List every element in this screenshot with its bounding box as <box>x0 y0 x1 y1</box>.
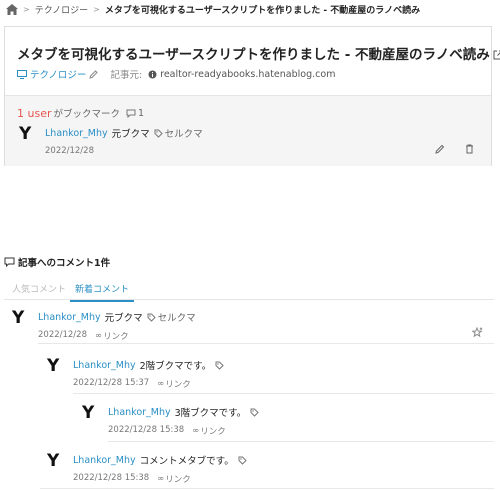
chevron-right-icon: > <box>93 4 100 14</box>
bookmark-date[interactable]: 2022/12/28 <box>45 146 94 156</box>
source-host-text[interactable]: realtor-readyabooks.hatenablog.com <box>160 69 335 80</box>
tag-icon <box>154 129 163 138</box>
avatar[interactable]: Y <box>12 310 38 342</box>
bookmark-tag[interactable]: セルクマ <box>154 126 203 140</box>
entry-meta: テクノロジー 記事元: realtor-readyabooks.hatenabl… <box>17 67 335 81</box>
comment-item: Y Lhankor_Mhy 元ブクマ セルクマ 2022/12/28 ∞ リンク <box>12 310 196 343</box>
comment-link-label[interactable]: リンク <box>200 425 226 437</box>
comment-item: Y Lhankor_Mhy 3階ブクマです。 2022/12/28 15:38 … <box>82 405 259 437</box>
comment-tag[interactable] <box>215 361 224 370</box>
divider <box>40 488 494 489</box>
edit-icon[interactable] <box>435 144 445 154</box>
bookmark-panel: 1 user がブックマーク 1 Y Lhankor_Mhy 元ブクマ セルクマ… <box>5 95 491 166</box>
divider <box>73 393 494 394</box>
comment-user[interactable]: Lhankor_Mhy <box>73 455 136 466</box>
monitor-icon <box>17 69 27 79</box>
tag-icon <box>215 361 224 370</box>
comment-item: Y Lhankor_Mhy 2階ブクマです。 2022/12/28 15:37 … <box>47 358 224 390</box>
comments-heading-text: 記事へのコメント1件 <box>18 258 111 269</box>
avatar[interactable]: Y <box>19 126 45 156</box>
divider <box>108 441 494 442</box>
tag-icon <box>250 408 259 417</box>
tag-icon <box>238 456 247 465</box>
comment-tag[interactable] <box>250 408 259 417</box>
avatar[interactable]: Y <box>82 405 108 437</box>
comment-link-label[interactable]: リンク <box>103 330 129 342</box>
comment-user[interactable]: Lhankor_Mhy <box>73 360 136 371</box>
bookmark-user[interactable]: Lhankor_Mhy <box>45 128 108 139</box>
comment-date[interactable]: 2022/12/28 15:38 <box>108 425 184 437</box>
tab-new[interactable]: 新着コメント <box>70 282 135 302</box>
comment-icon <box>126 109 136 118</box>
bookmark-suffix: がブックマーク <box>53 109 121 120</box>
comment-link[interactable]: ∞ リンク <box>157 473 191 485</box>
comment-tabs: 人気コメント 新着コメント <box>4 278 494 302</box>
bookmark-comment: 元ブクマ <box>111 129 150 140</box>
comment-text: 3階ブクマです。 <box>174 408 247 419</box>
comment-user[interactable]: Lhankor_Mhy <box>38 312 101 323</box>
link-icon: ∞ <box>157 379 165 389</box>
link-icon: ∞ <box>192 426 200 436</box>
star-add-icon[interactable] <box>472 327 483 338</box>
comment-link-label[interactable]: リンク <box>165 473 191 485</box>
tag-icon <box>147 313 156 322</box>
breadcrumb-current: メタブを可視化するユーザースクリプトを作りました - 不動産屋のラノベ読み <box>104 5 421 16</box>
comments-heading: 記事へのコメント1件 <box>4 255 110 269</box>
info-icon <box>148 70 157 78</box>
link-icon: ∞ <box>95 331 103 341</box>
external-link-icon[interactable] <box>493 50 500 60</box>
comment-count-value: 1 <box>138 107 145 119</box>
comment-count: 1 <box>126 108 144 119</box>
entry-title[interactable]: メタブを可視化するユーザースクリプトを作りました - 不動産屋のラノベ読み <box>17 43 500 63</box>
comment-link[interactable]: ∞ リンク <box>95 330 129 342</box>
comment-user[interactable]: Lhankor_Mhy <box>108 407 171 418</box>
comment-tag[interactable] <box>238 456 247 465</box>
avatar[interactable]: Y <box>47 453 73 485</box>
bookmark-users[interactable]: 1 user <box>17 107 52 120</box>
comment-link[interactable]: ∞ リンク <box>157 378 191 390</box>
entry-card: メタブを可視化するユーザースクリプトを作りました - 不動産屋のラノベ読み テク… <box>4 26 500 166</box>
bookmark-count: 1 user がブックマーク 1 <box>17 106 144 121</box>
bookmark-tag-label[interactable]: セルクマ <box>165 126 203 140</box>
source-label: 記事元: <box>110 70 143 81</box>
breadcrumb-category[interactable]: テクノロジー <box>35 3 88 16</box>
comment-item: Y Lhankor_Mhy コメントメタブです。 2022/12/28 15:3… <box>47 453 247 485</box>
pencil-icon[interactable] <box>89 69 99 79</box>
comment-link-label[interactable]: リンク <box>165 378 191 390</box>
home-icon[interactable] <box>6 3 18 15</box>
link-icon: ∞ <box>157 474 165 484</box>
entry-category[interactable]: テクノロジー <box>17 67 86 81</box>
comment-icon <box>4 257 15 267</box>
comment-text: 2階ブクマです。 <box>139 361 212 372</box>
breadcrumb: > テクノロジー > メタブを可視化するユーザースクリプトを作りました - 不動… <box>6 2 420 16</box>
comment-link[interactable]: ∞ リンク <box>192 425 226 437</box>
comment-date[interactable]: 2022/12/28 15:37 <box>73 378 149 390</box>
comment-text: 元ブクマ <box>104 313 143 324</box>
comment-date[interactable]: 2022/12/28 15:38 <box>73 473 149 485</box>
trash-icon[interactable] <box>465 144 474 154</box>
divider <box>38 343 494 344</box>
bookmark-item: Y Lhankor_Mhy 元ブクマ セルクマ 2022/12/28 <box>19 126 203 157</box>
tab-popular[interactable]: 人気コメント <box>12 282 66 295</box>
source-host[interactable]: realtor-readyabooks.hatenablog.com <box>148 69 335 80</box>
entry-title-text[interactable]: メタブを可視化するユーザースクリプトを作りました - 不動産屋のラノベ読み <box>17 47 490 63</box>
chevron-right-icon: > <box>23 4 30 14</box>
comment-tag[interactable]: セルクマ <box>147 310 196 324</box>
avatar[interactable]: Y <box>47 358 73 390</box>
comment-tag-label[interactable]: セルクマ <box>158 310 196 324</box>
comment-text: コメントメタブです。 <box>139 456 234 467</box>
comment-date[interactable]: 2022/12/28 <box>38 330 87 342</box>
entry-category-label[interactable]: テクノロジー <box>30 67 86 81</box>
